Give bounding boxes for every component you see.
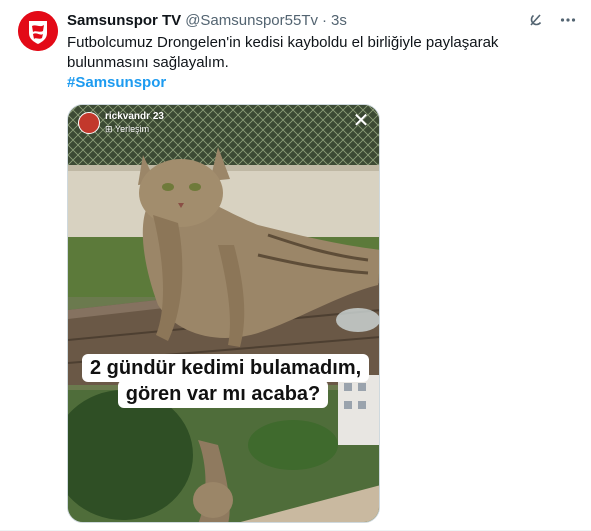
hashtag-link[interactable]: #Samsunspor: [67, 73, 567, 93]
story-username-text: rickvandr: [105, 111, 151, 122]
story-header: rickvandr 23 ⊞ Yerleşim: [78, 111, 164, 135]
story-location: ⊞ Yerleşim: [105, 123, 164, 135]
story-location-text: Yerleşim: [114, 124, 150, 134]
tweet-media-image[interactable]: rickvandr 23 ⊞ Yerleşim ✕ 2 gündür kedim…: [67, 104, 380, 523]
separator-dot: ·: [321, 11, 327, 29]
display-name[interactable]: Samsunspor TV: [67, 12, 181, 29]
timestamp[interactable]: 3s: [331, 12, 347, 29]
avatar[interactable]: [18, 11, 58, 51]
story-caption: 2 gündür kedimi bulamadım, gören var mı …: [82, 354, 370, 408]
location-icon: ⊞: [105, 124, 113, 134]
caption-line-1: 2 gündür kedimi bulamadım,: [82, 354, 370, 382]
caption-line-2: gören var mı acaba?: [117, 380, 329, 408]
story-meta: rickvandr 23 ⊞ Yerleşim: [105, 111, 164, 135]
story-username: rickvandr 23: [105, 111, 164, 123]
story-close-icon: ✕: [352, 110, 370, 132]
story-time: 23: [152, 111, 164, 122]
samsunspor-logo-icon: [18, 11, 58, 51]
tweet-text: Futbolcumuz Drongelen'in kedisi kayboldu…: [67, 33, 567, 93]
tweet-header: Samsunspor TV @Samsunspor55Tv · 3s: [67, 10, 347, 30]
user-handle[interactable]: @Samsunspor55Tv: [185, 12, 318, 29]
more-icon[interactable]: [557, 9, 579, 31]
grok-icon[interactable]: [525, 9, 547, 31]
cat-photo: [68, 105, 379, 522]
story-avatar: [78, 112, 100, 134]
tweet-card[interactable]: Samsunspor TV @Samsunspor55Tv · 3s Futbo…: [0, 0, 591, 531]
tweet-top-actions: [525, 9, 579, 31]
tweet-body: Futbolcumuz Drongelen'in kedisi kayboldu…: [67, 34, 499, 71]
